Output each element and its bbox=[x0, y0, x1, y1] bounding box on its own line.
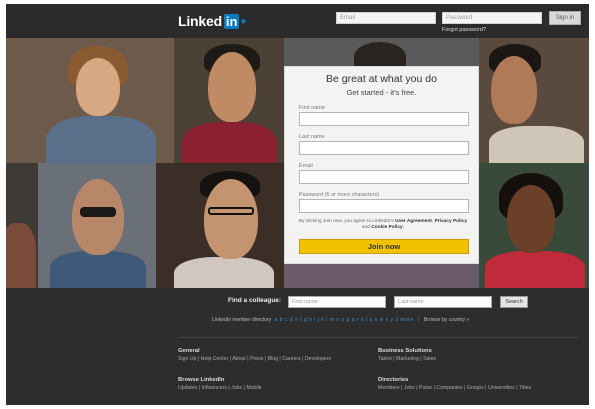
footer-directories: Directories Members | Jobs | Pulse | Com… bbox=[378, 377, 531, 391]
join-now-button[interactable]: Join now bbox=[299, 239, 469, 254]
linkedin-logo[interactable]: Linked in ● bbox=[178, 13, 247, 29]
browse-by-country-link[interactable]: Browse by country » bbox=[424, 317, 469, 323]
last-name-label: Last name bbox=[299, 134, 325, 140]
photo-tile bbox=[174, 38, 284, 163]
user-agreement-link[interactable]: User Agreement bbox=[395, 219, 432, 224]
email-input[interactable] bbox=[299, 170, 469, 184]
password-label: Password (6 or more characters) bbox=[299, 192, 380, 198]
last-name-input[interactable] bbox=[299, 141, 469, 155]
colleague-search-button[interactable]: Search bbox=[500, 296, 528, 308]
password-input[interactable] bbox=[299, 199, 469, 213]
find-colleague-bar: Find a colleague: First name Last name S… bbox=[6, 294, 589, 310]
footer-links[interactable]: Members | Jobs | Pulse | Companies | Gro… bbox=[378, 385, 531, 391]
linkedin-page: Linked in ● Email Password Sign in Forgo… bbox=[6, 4, 589, 405]
first-name-label: First name bbox=[299, 105, 325, 111]
photo-tile bbox=[156, 163, 284, 288]
header-email-input[interactable]: Email bbox=[336, 12, 436, 24]
directory-separator: | bbox=[418, 317, 420, 323]
agreement-text: By clicking Join now, you agree to Linke… bbox=[298, 219, 468, 230]
footer-browse: Browse LinkedIn Updates | Influencers | … bbox=[178, 377, 262, 391]
photo-tile bbox=[38, 163, 156, 288]
footer-general: General Sign Up | Help Center | About | … bbox=[178, 348, 331, 362]
logo-in-badge: in bbox=[223, 13, 240, 29]
first-name-input[interactable] bbox=[299, 112, 469, 126]
top-header: Linked in ● Email Password Sign in Forgo… bbox=[6, 4, 589, 38]
header-password-input[interactable]: Password bbox=[442, 12, 542, 24]
email-label: Email bbox=[299, 163, 313, 169]
forgot-password-link[interactable]: Forgot password? bbox=[442, 27, 486, 33]
photo-tile bbox=[284, 260, 479, 288]
footer-heading: General bbox=[178, 348, 200, 354]
signup-card: Be great at what you do Get started - it… bbox=[284, 66, 479, 264]
find-colleague-label: Find a colleague: bbox=[228, 297, 282, 304]
member-directory: LinkedIn member directory a b c d e f g … bbox=[212, 317, 469, 323]
photo-tile bbox=[479, 38, 589, 163]
colleague-last-name-input[interactable]: Last name bbox=[394, 296, 492, 308]
directory-letter-links[interactable]: a b c d e f g h i j k l m n o p q r s t … bbox=[275, 317, 414, 323]
footer-heading: Browse LinkedIn bbox=[178, 377, 225, 383]
footer-heading: Business Solutions bbox=[378, 348, 432, 354]
photo-tile bbox=[6, 38, 174, 163]
photo-tile bbox=[6, 163, 38, 288]
cookie-policy-link[interactable]: Cookie Policy bbox=[371, 225, 402, 230]
footer-links[interactable]: Updates | Influencers | Jobs | Mobile bbox=[178, 385, 262, 391]
signup-subtitle: Get started - it's free. bbox=[346, 88, 417, 97]
photo-tile bbox=[479, 163, 589, 288]
footer-divider bbox=[178, 337, 578, 338]
footer-heading: Directories bbox=[378, 377, 409, 383]
privacy-policy-link[interactable]: Privacy Policy bbox=[435, 219, 468, 224]
logo-dot-icon: ● bbox=[240, 15, 247, 27]
footer-links[interactable]: Sign Up | Help Center | About | Press | … bbox=[178, 356, 331, 362]
colleague-first-name-input[interactable]: First name bbox=[288, 296, 386, 308]
photo-tile bbox=[284, 38, 479, 66]
sign-in-button[interactable]: Sign in bbox=[549, 11, 581, 25]
footer-links[interactable]: Talent | Marketing | Sales bbox=[378, 356, 436, 362]
signup-title: Be great at what you do bbox=[326, 73, 437, 85]
logo-wordmark: Linked bbox=[178, 13, 222, 29]
directory-label: LinkedIn member directory bbox=[212, 317, 272, 323]
footer-business: Business Solutions Talent | Marketing | … bbox=[378, 348, 436, 362]
